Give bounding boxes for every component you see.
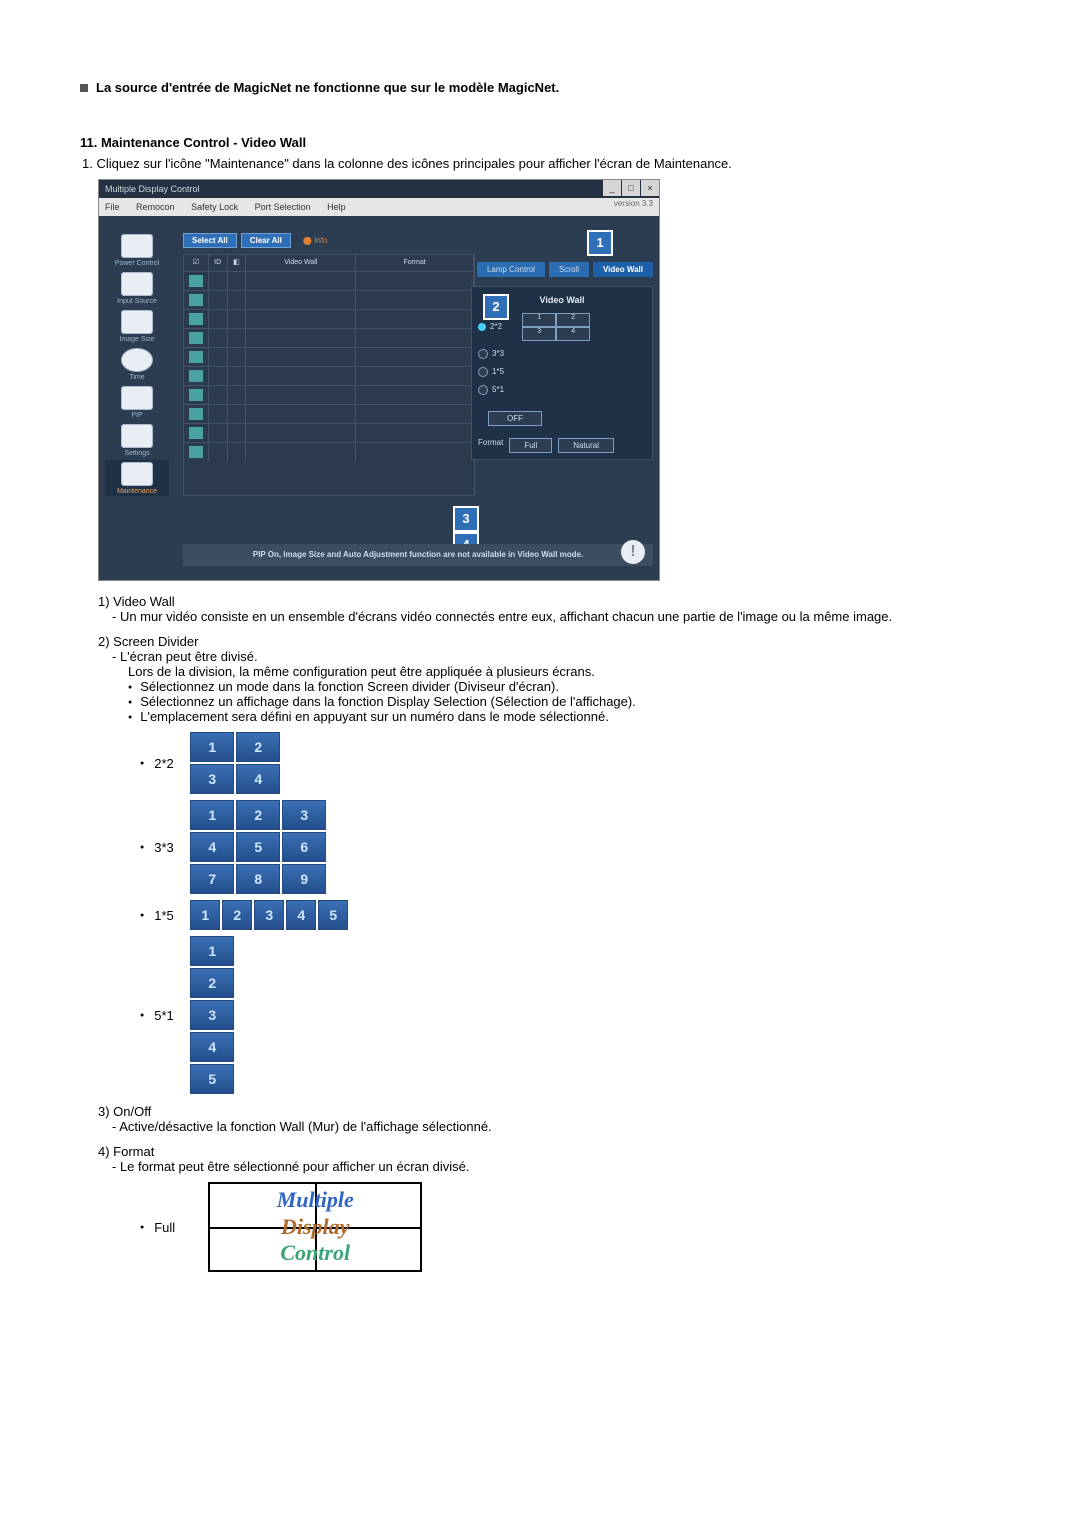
table-row[interactable] (184, 309, 474, 328)
clear-all-button[interactable]: Clear All (241, 233, 291, 248)
table-row[interactable] (184, 328, 474, 347)
format-example-list: Full Multiple Display Control (98, 1182, 1000, 1272)
sub-b1: Sélectionnez un mode dans la fonction Sc… (128, 679, 1000, 694)
menu-port-selection[interactable]: Port Selection (255, 202, 311, 212)
min-button[interactable]: _ (603, 180, 621, 196)
intro-step: 1. Cliquez sur l'icône "Maintenance" dan… (80, 156, 1000, 171)
tab-lamp[interactable]: Lamp Control (477, 262, 545, 277)
version-label: version 3.3 (614, 199, 653, 208)
col-status: ◧ (228, 255, 247, 271)
select-all-button[interactable]: Select All (183, 233, 237, 248)
table-row[interactable] (184, 271, 474, 290)
info-label: ⬤ Info (303, 236, 328, 245)
full-button[interactable]: Full (509, 438, 552, 453)
table-row[interactable] (184, 385, 474, 404)
section-heading: 11. Maintenance Control - Video Wall (80, 135, 1000, 150)
item-4-a: - Le format peut être sélectionné pour a… (98, 1159, 1000, 1174)
opt-1x5[interactable]: 1*5 (478, 367, 646, 377)
marker-3: 3 (453, 506, 479, 532)
format-label: Format (478, 438, 503, 453)
table-row[interactable] (184, 423, 474, 442)
table-row[interactable] (184, 442, 474, 461)
app-screenshot: Multiple Display Control _ □ × File Remo… (98, 179, 660, 581)
titlebar: Multiple Display Control (99, 180, 659, 198)
item-1-heading: 1) Video Wall (98, 594, 1000, 609)
right-tabs: Lamp Control Scroll Video Wall (477, 262, 653, 277)
table-row[interactable] (184, 347, 474, 366)
infobar: PIP On, Image Size and Auto Adjustment f… (183, 544, 653, 566)
note-row: La source d'entrée de MagicNet ne foncti… (80, 80, 1000, 95)
image-size-icon (121, 310, 153, 334)
menu-file[interactable]: File (105, 202, 120, 212)
close-button[interactable]: × (641, 180, 659, 196)
tab-video-wall[interactable]: Video Wall (593, 262, 653, 277)
item-3-a: - Active/désactive la fonction Wall (Mur… (98, 1119, 1000, 1134)
sidebar-item-power[interactable]: Power Control (105, 232, 169, 268)
sub-b2: Sélectionnez un affichage dans la foncti… (128, 694, 1000, 709)
sidebar-item-image-size[interactable]: Image Size (105, 308, 169, 344)
item-1-text: - Un mur vidéo consiste en un ensemble d… (98, 609, 1000, 624)
window-buttons: _ □ × (602, 180, 659, 198)
sidebar-item-maintenance[interactable]: Maintenance (105, 460, 169, 496)
layout-3x3: 3*3 123456789 (140, 800, 1000, 894)
format-full: Full Multiple Display Control (140, 1182, 1000, 1272)
col-id: ID (209, 255, 228, 271)
menu-help[interactable]: Help (327, 202, 346, 212)
pip-icon (121, 386, 153, 410)
power-icon (121, 234, 153, 258)
input-icon (121, 272, 153, 296)
tab-scroll[interactable]: Scroll (549, 262, 589, 277)
item-3-heading: 3) On/Off (98, 1104, 1000, 1119)
select-bar: Select All Clear All ⬤ Info (183, 230, 463, 250)
col-format: Format (356, 255, 474, 271)
description-list: 1) Video Wall - Un mur vidéo consiste en… (98, 594, 1000, 1272)
sidebar-item-settings[interactable]: Settings (105, 422, 169, 458)
layout-2x2: 2*2 1234 (140, 732, 1000, 794)
marker-2: 2 (483, 294, 509, 320)
opt-5x1[interactable]: 5*1 (478, 385, 646, 395)
infobar-text: PIP On, Image Size and Auto Adjustment f… (253, 550, 583, 559)
display-grid: ☑ ID ◧ Video Wall Format (183, 254, 475, 496)
square-bullet-icon (80, 84, 88, 92)
settings-icon (121, 424, 153, 448)
item-2-a: - L'écran peut être divisé. (98, 649, 1000, 664)
sidebar-item-time[interactable]: Time (105, 346, 169, 382)
warn-icon: ! (621, 540, 645, 564)
sidebar-item-input[interactable]: Input Source (105, 270, 169, 306)
note-text: La source d'entrée de MagicNet ne foncti… (96, 80, 559, 95)
off-button[interactable]: OFF (488, 411, 542, 426)
item-2-b: Lors de la division, la même configurati… (98, 664, 1000, 679)
natural-button[interactable]: Natural (558, 438, 614, 453)
sub-b3: L'emplacement sera défini en appuyant su… (128, 709, 1000, 724)
marker-1: 1 (587, 230, 613, 256)
layout-5x1: 5*1 12345 (140, 936, 1000, 1094)
full-image: Multiple Display Control (208, 1182, 422, 1272)
sidebar: Power Control Input Source Image Size Ti… (105, 232, 175, 498)
table-row[interactable] (184, 290, 474, 309)
maintenance-icon (121, 462, 153, 486)
layout-1x5: 1*5 12345 (140, 900, 1000, 930)
col-check: ☑ (184, 255, 209, 271)
table-row[interactable] (184, 366, 474, 385)
item-2-sublist: Sélectionnez un mode dans la fonction Sc… (98, 679, 1000, 724)
menu-safety-lock[interactable]: Safety Lock (191, 202, 238, 212)
table-row[interactable] (184, 404, 474, 423)
max-button[interactable]: □ (622, 180, 640, 196)
menu-remocon[interactable]: Remocon (136, 202, 175, 212)
item-4-heading: 4) Format (98, 1144, 1000, 1159)
col-video-wall: Video Wall (246, 255, 356, 271)
opt-3x3[interactable]: 3*3 (478, 349, 646, 359)
item-2-heading: 2) Screen Divider (98, 634, 1000, 649)
menubar: File Remocon Safety Lock Port Selection … (99, 198, 659, 216)
sidebar-item-pip[interactable]: PIP (105, 384, 169, 420)
time-icon (121, 348, 153, 372)
layout-examples: 2*2 1234 3*3 123456789 1*5 12345 5*1 123… (98, 732, 1000, 1094)
